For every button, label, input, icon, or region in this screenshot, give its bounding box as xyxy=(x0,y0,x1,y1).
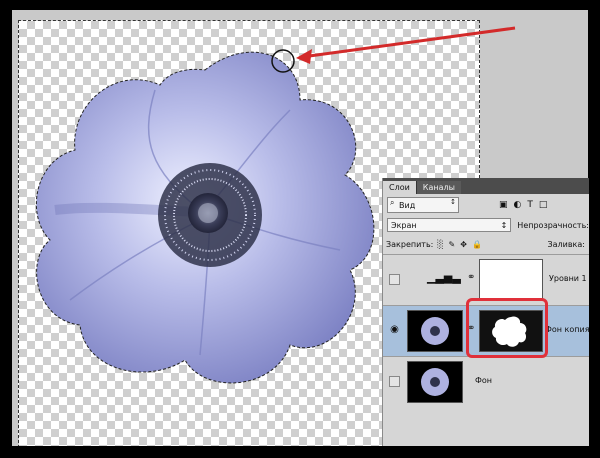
chevron-updown-icon: ↕ xyxy=(450,198,456,206)
layer-name: Фон xyxy=(475,376,493,385)
lock-paint-icon[interactable]: ✎ xyxy=(449,240,456,249)
chevron-updown-icon: ↕ xyxy=(500,220,508,230)
panel-tabs: Слои Каналы xyxy=(383,178,589,194)
mask-highlight-box xyxy=(466,298,548,358)
opacity-label: Непрозрачность: xyxy=(517,220,589,230)
blend-row: Экран ↕ Непрозрачность: xyxy=(383,216,589,234)
visibility-toggle[interactable] xyxy=(389,274,400,285)
lock-transparency-icon[interactable]: ░ xyxy=(437,240,443,249)
layer-name: Фон копия xyxy=(545,325,589,334)
lock-position-icon[interactable]: ✥ xyxy=(460,240,467,249)
tab-layers[interactable]: Слои xyxy=(383,181,416,194)
filter-icons: ▣ ◐ T □ xyxy=(499,200,547,210)
blend-mode-select[interactable]: Экран ↕ xyxy=(387,218,512,232)
visibility-toggle[interactable] xyxy=(389,376,400,387)
link-icon[interactable]: ⚭ xyxy=(467,272,475,283)
adjustment-filter-icon[interactable]: ◐ xyxy=(514,200,522,210)
search-icon: ⌕ xyxy=(390,198,395,207)
flower-center xyxy=(158,163,262,267)
tab-channels[interactable]: Каналы xyxy=(415,181,461,194)
kind-filter-select[interactable]: ⌕ Вид ↕ xyxy=(387,197,459,213)
layer-row-background[interactable]: Фон xyxy=(383,356,589,407)
eye-icon[interactable]: ◉ xyxy=(389,325,400,336)
image-filter-icon[interactable]: ▣ xyxy=(499,200,508,210)
layer-mask-thumbnail[interactable] xyxy=(479,259,543,301)
layer-thumbnail[interactable] xyxy=(407,310,463,352)
shape-filter-icon[interactable]: □ xyxy=(539,200,548,210)
lock-all-icon[interactable]: 🔒 xyxy=(472,240,482,249)
type-filter-icon[interactable]: T xyxy=(527,200,533,210)
flower-thumbnail-icon xyxy=(421,368,449,396)
lock-label: Закрепить: xyxy=(386,239,434,249)
blend-mode-value: Экран xyxy=(391,220,417,230)
levels-adjustment-icon: ▁▃▅▃ xyxy=(427,271,461,284)
layer-thumbnail[interactable] xyxy=(407,361,463,403)
flower-thumbnail-icon xyxy=(421,317,449,345)
lock-icons: ░ ✎ ✥ 🔒 xyxy=(437,240,482,249)
fill-label: Заливка: xyxy=(547,239,586,249)
layer-name: Уровни 1 xyxy=(549,274,587,283)
lock-row: Закрепить: ░ ✎ ✥ 🔒 Заливка: xyxy=(383,235,589,253)
annotation-arrow xyxy=(271,26,516,73)
filter-row: ⌕ Вид ↕ ▣ ◐ T □ xyxy=(383,195,589,215)
